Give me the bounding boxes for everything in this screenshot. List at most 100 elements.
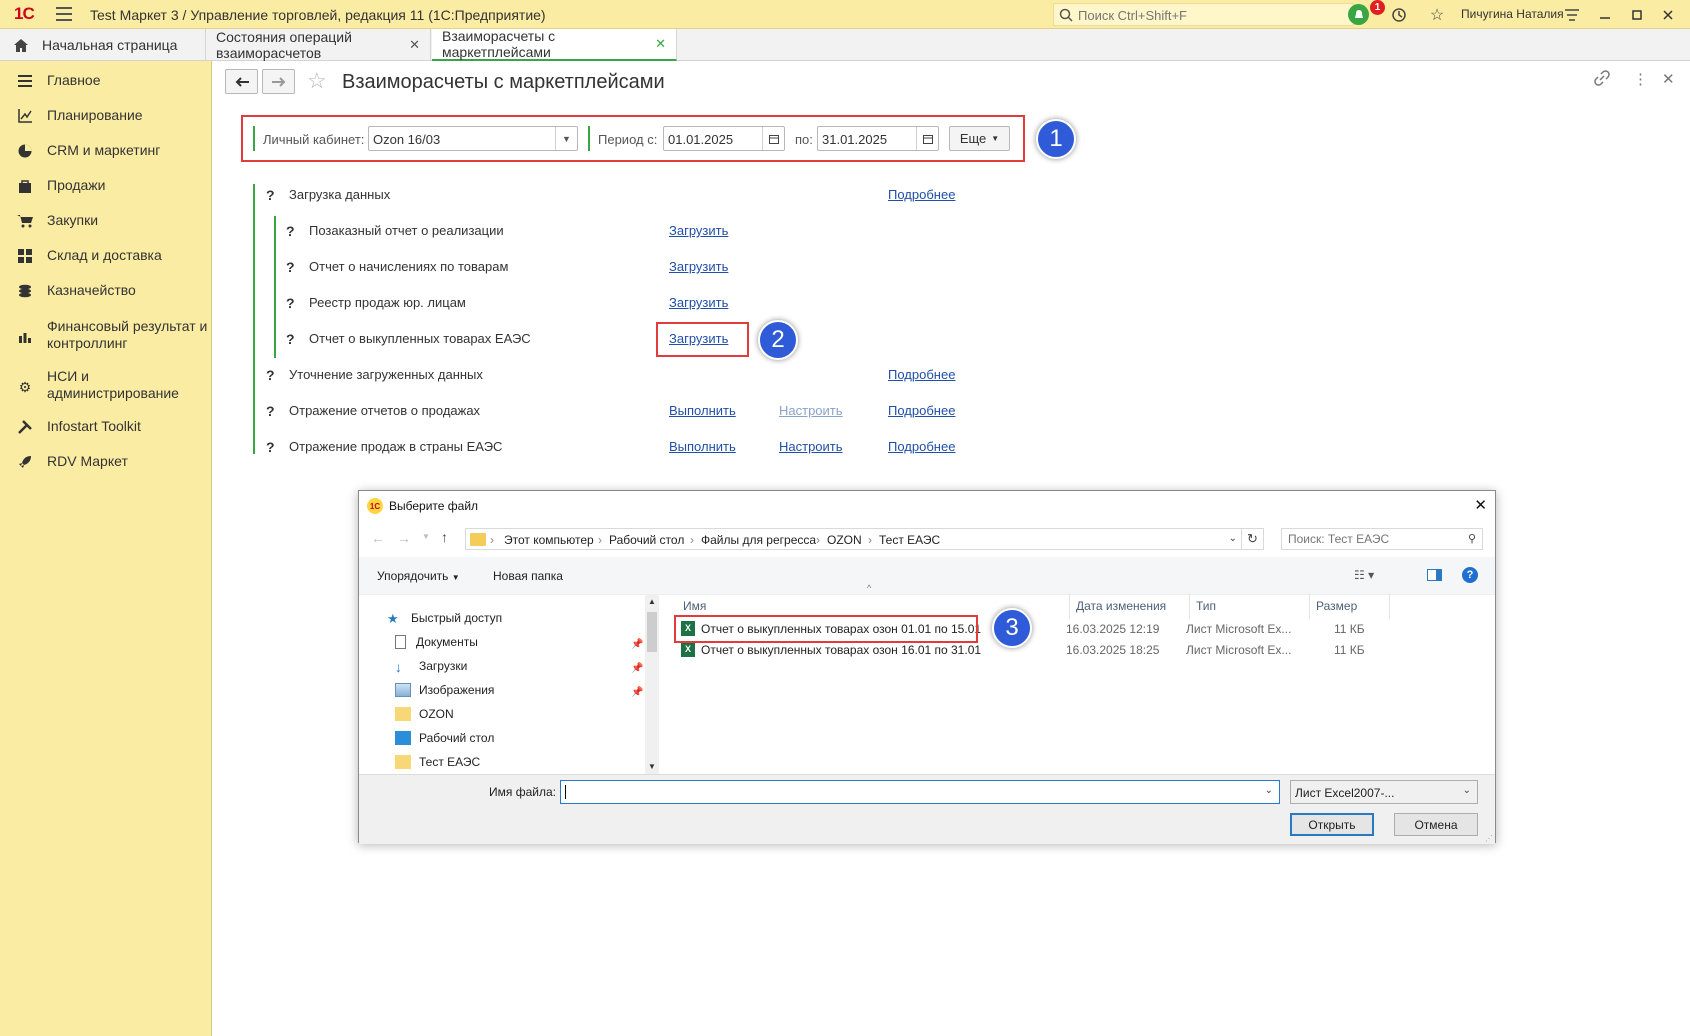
nav-downloads[interactable]: ↓ Загрузки [395,659,467,675]
upload-link[interactable]: Загрузить [669,223,728,238]
user-name[interactable]: Пичугина Наталия [1461,7,1564,21]
breadcrumb-item[interactable]: Тест ЕАЭС [879,533,940,547]
nav-pictures[interactable]: Изображения [395,683,494,697]
chevron-down-icon[interactable]: ⌄ [1229,533,1237,544]
upload-link[interactable]: Загрузить [669,295,728,310]
forward-button[interactable] [262,69,295,94]
pin-icon[interactable]: 📌 [631,663,643,674]
more-vertical-icon[interactable]: ⋮ [1633,70,1648,88]
folder-search-input[interactable] [1288,532,1458,546]
tab-settlement-states[interactable]: Состояния операций взаиморасчетов ✕ [206,29,431,61]
breadcrumb-item[interactable]: OZON [827,533,862,547]
nav-scrollbar[interactable]: ▲ ▼ [645,595,659,774]
help-icon[interactable]: ? [286,331,295,347]
grid-icon [16,247,34,265]
link-icon[interactable] [1594,70,1610,90]
nav-test-eaeu[interactable]: Тест ЕАЭС [395,755,480,769]
new-folder-button[interactable]: Новая папка [493,569,563,583]
filetype-select[interactable]: Лист Excel2007-... ⌄ [1290,780,1478,804]
nav-quick-access[interactable]: ★ Быстрый доступ [387,611,502,626]
close-dialog-icon[interactable]: ✕ [1474,496,1487,514]
help-icon[interactable]: ? [266,187,275,203]
up-arrow-icon[interactable]: ↑ [441,529,448,545]
help-icon[interactable]: ? [1462,567,1478,583]
cabinet-select[interactable]: Ozon 16/03 ▼ [368,126,578,151]
more-button[interactable]: Еще ▼ [949,126,1010,151]
period-label: Период с: [598,132,658,147]
date-from-field[interactable]: 01.01.2025 [663,126,785,151]
setup-link[interactable]: Настроить [779,403,843,418]
recent-chevron-icon[interactable]: ▼ [422,532,430,541]
help-icon[interactable]: ? [286,223,295,239]
calendar-icon[interactable] [762,127,784,150]
details-link[interactable]: Подробнее [888,403,955,418]
callout-1: 1 [1036,119,1076,159]
cancel-button[interactable]: Отмена [1394,813,1478,836]
execute-link[interactable]: Выполнить [669,439,736,454]
close-tab-icon[interactable]: ✕ [409,37,420,53]
breadcrumb-item[interactable]: Рабочий стол [609,533,684,547]
back-button[interactable] [225,69,258,94]
help-icon[interactable]: ? [266,367,275,383]
address-bar[interactable]: › Этот компьютер › Рабочий стол › Файлы … [465,528,1264,550]
step-label: Позаказный отчет о реализации [309,223,504,238]
tab-home[interactable]: Начальная страница [0,29,206,61]
help-icon[interactable]: ? [266,403,275,419]
pin-icon[interactable]: 📌 [631,639,643,650]
column-size[interactable]: Размер [1310,593,1390,619]
scroll-thumb[interactable] [647,612,657,652]
preview-pane-icon[interactable] [1427,569,1442,581]
file-row[interactable]: X Отчет о выкупленных товарах озон 16.01… [669,640,1489,660]
folder-search[interactable]: ⚲ [1281,528,1483,550]
tab-marketplace-settlements[interactable]: Взаиморасчеты с маркетплейсами ✕ [432,28,677,61]
view-options-icon[interactable]: ☷ ▾ [1354,568,1374,582]
step-label: Отражение продаж в страны ЕАЭС [289,439,503,454]
search-input[interactable] [1078,6,1348,24]
breadcrumb-item[interactable]: Файлы для регресса [701,533,816,547]
back-arrow-icon[interactable]: ← [371,530,385,546]
refresh-icon[interactable]: ↻ [1241,529,1263,549]
search-icon: ⚲ [1467,533,1476,545]
details-link[interactable]: Подробнее [888,187,955,202]
hamburger-menu-icon[interactable] [56,7,72,21]
upload-link[interactable]: Загрузить [669,259,728,274]
maximize-icon[interactable] [1626,4,1648,26]
scroll-down-icon[interactable]: ▼ [645,760,659,774]
minimize-icon[interactable] [1594,4,1616,26]
help-icon[interactable]: ? [286,295,295,311]
chevron-down-icon[interactable]: ▼ [555,127,577,150]
column-date[interactable]: Дата изменения [1070,593,1190,619]
open-button[interactable]: Открыть [1290,813,1374,836]
step-label: Загрузка данных [289,187,391,202]
details-link[interactable]: Подробнее [888,367,955,382]
close-window-icon[interactable] [1657,4,1679,26]
resize-grip-icon[interactable]: ⋰ [1485,834,1493,843]
close-tab-icon[interactable]: ✕ [655,36,666,52]
filename-input[interactable]: ⌄ [560,780,1280,804]
pin-icon[interactable]: 📌 [631,687,643,698]
organize-button[interactable]: Упорядочить ▼ [377,569,460,583]
column-type[interactable]: Тип [1190,593,1310,619]
folder-icon [470,533,486,546]
close-form-icon[interactable]: ✕ [1662,70,1675,88]
settings-lines-icon[interactable] [1561,4,1583,26]
execute-link[interactable]: Выполнить [669,403,736,418]
favorites-star-icon[interactable]: ☆ [1426,4,1448,26]
forward-arrow-icon[interactable]: → [397,530,411,546]
setup-link[interactable]: Настроить [779,439,843,454]
notifications-bell-icon[interactable] [1348,4,1369,25]
help-icon[interactable]: ? [286,259,295,275]
history-icon[interactable] [1388,4,1410,26]
calendar-icon[interactable] [916,127,938,150]
favorite-star-icon[interactable]: ☆ [307,68,327,94]
chevron-down-icon[interactable]: ⌄ [1265,785,1273,796]
scroll-up-icon[interactable]: ▲ [645,595,659,609]
help-icon[interactable]: ? [266,439,275,455]
nav-ozon[interactable]: OZON [395,707,454,721]
global-search[interactable] [1053,3,1354,26]
details-link[interactable]: Подробнее [888,439,955,454]
date-to-field[interactable]: 31.01.2025 [817,126,939,151]
nav-desktop[interactable]: Рабочий стол [395,731,494,745]
breadcrumb-item[interactable]: Этот компьютер [504,533,594,547]
nav-documents[interactable]: Документы [395,635,478,649]
